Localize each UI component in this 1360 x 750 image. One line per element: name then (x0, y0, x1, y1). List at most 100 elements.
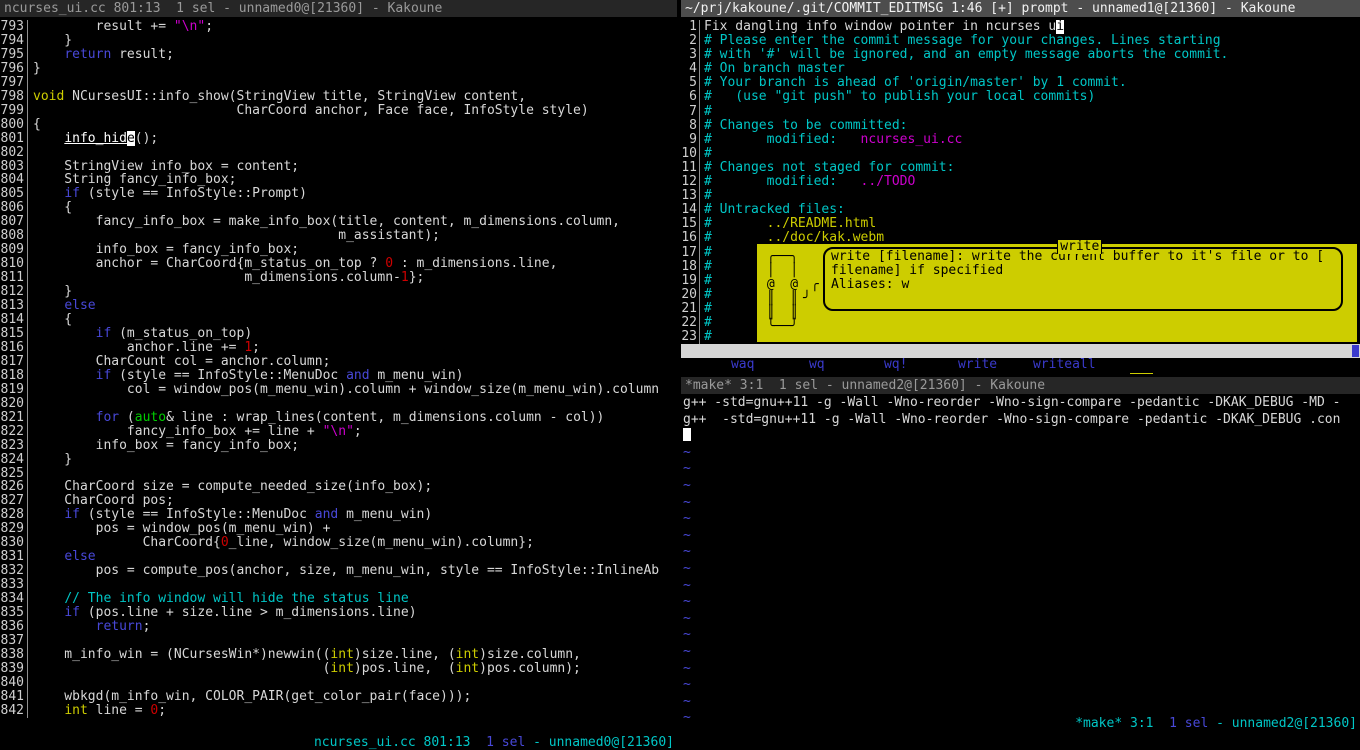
modified-badge: [+] (1130, 373, 1153, 374)
line-number: 805 (0, 187, 28, 201)
line-number: 795 (0, 48, 28, 62)
code-line: 800{ (0, 118, 677, 132)
line-number: 822 (0, 425, 28, 439)
empty-line-marker: ~ (681, 528, 1360, 545)
line-number: 3 (681, 48, 700, 62)
line-number: 4 (681, 62, 700, 76)
line-number: 798 (0, 90, 28, 104)
info-bubble-title: write (1057, 240, 1102, 254)
commit-status-right: ~/prj/kakoune/.git/COMMIT_EDITMSG 1:46 [… (762, 358, 1357, 374)
info-bubble-text: write [filename]: write the current buff… (831, 250, 1335, 292)
line-number: 831 (0, 550, 28, 564)
info-box: ╭──╮ │ │ @ @ ║ ║ ║ ║ ╰──╯ ╭ ╯ write writ… (757, 244, 1357, 342)
code-line: 836 return; (0, 620, 677, 634)
window-title-ncurses[interactable]: ncurses_ui.cc 801:13 1 sel - unnamed0@[2… (0, 0, 677, 17)
code-line: 808 m_assistant); (0, 229, 677, 243)
code-line: 807 fancy_info_box = make_info_box(title… (0, 215, 677, 229)
code-line: 814 { (0, 313, 677, 327)
completion-menu[interactable]: waqwqwq!writewriteall (681, 344, 1360, 358)
code-line: 14# Untracked files: (681, 203, 1360, 217)
empty-line-marker: ~ (681, 478, 1360, 495)
window-title-make[interactable]: *make* 3:1 1 sel - unnamed2@[21360] - Ka… (681, 377, 1360, 394)
code-line: 829 pos = window_pos(m_menu_win) + (0, 522, 677, 536)
code-line: 15# ../README.html (681, 217, 1360, 231)
code-line: 819 col = window_pos(m_menu_win).column … (0, 383, 677, 397)
line-number: 804 (0, 173, 28, 187)
empty-line-marker: ~ (681, 445, 1360, 462)
make-buffer[interactable]: g++ -std=gnu++11 -g -Wall -Wno-reorder -… (681, 395, 1360, 730)
line-number: 801 (0, 132, 28, 146)
code-line: 813 else (0, 299, 677, 313)
line-number: 836 (0, 620, 28, 634)
prompt-input[interactable]: :w (730, 373, 746, 374)
code-line: 811 m_dimensions.column-1}; (0, 271, 677, 285)
cursor: i (1056, 20, 1064, 34)
line-number: 19 (681, 274, 700, 288)
commit-status-line[interactable]: :w ~/prj/kakoune/.git/COMMIT_EDITMSG 1:4… (683, 358, 1360, 373)
code-line: 810 anchor = CharCoord{m_status_on_top ?… (0, 257, 677, 271)
status-buffer-name: - unnamed2@[21360] (1216, 716, 1357, 731)
empty-line-marker: ~ (681, 495, 1360, 512)
cursor (683, 428, 691, 441)
editor-pane-ncurses[interactable]: ncurses_ui.cc 801:13 1 sel - unnamed0@[2… (0, 0, 677, 750)
editor-pane-commit[interactable]: ~/prj/kakoune/.git/COMMIT_EDITMSG 1:46 [… (681, 0, 1360, 374)
code-line: 802 (0, 146, 677, 160)
line-number: 807 (0, 215, 28, 229)
window-title-commit[interactable]: ~/prj/kakoune/.git/COMMIT_EDITMSG 1:46 [… (681, 0, 1360, 17)
ncurses-buffer[interactable]: 793 result += "\n";794 }795 return resul… (0, 20, 677, 718)
code-line: 827 CharCoord pos; (0, 494, 677, 508)
code-line: 6# (use "git push" to publish your local… (681, 90, 1360, 104)
output-line: g++ -std=gnu++11 -g -Wall -Wno-reorder -… (681, 412, 1360, 429)
cursor-line (681, 428, 1360, 445)
status-buffer-name: - unnamed0@[21360] (533, 735, 674, 750)
code-line: 832 pos = compute_pos(anchor, size, m_me… (0, 564, 677, 578)
code-line: 809 info_box = fancy_info_box; (0, 243, 677, 257)
info-bubble: write write [filename]: write the curren… (823, 247, 1343, 311)
line-number: 820 (0, 397, 28, 411)
code-line: 839 (int)pos.line, (int)pos.column); (0, 662, 677, 676)
cursor: e (127, 131, 135, 146)
line-number: 793 (0, 20, 28, 34)
code-line: 834 // The info window will hide the sta… (0, 592, 677, 606)
code-line: 801 info_hide(); (0, 132, 677, 146)
code-line: 826 CharCoord size = compute_needed_size… (0, 480, 677, 494)
code-line: 10# (681, 147, 1360, 161)
code-line: 1Fix dangling info window pointer in ncu… (681, 20, 1360, 34)
line-number: 800 (0, 118, 28, 132)
code-line: 830 CharCoord{0_line, window_size(m_menu… (0, 536, 677, 550)
status-file: *make* 3:1 (1075, 716, 1153, 731)
empty-line-marker: ~ (681, 644, 1360, 661)
code-line: 804 String fancy_info_box; (0, 173, 677, 187)
assistant-clippy-icon: ╭──╮ │ │ @ @ ║ ║ ║ ║ ╰──╯ (759, 250, 798, 334)
editor-pane-make[interactable]: *make* 3:1 1 sel - unnamed2@[21360] - Ka… (681, 377, 1360, 750)
line-number: 813 (0, 299, 28, 313)
code-line: 11# Changes not staged for commit: (681, 161, 1360, 175)
line-number: 17 (681, 246, 700, 260)
code-line: 13# (681, 189, 1360, 203)
code-line: 2# Please enter the commit message for y… (681, 34, 1360, 48)
line-number: 829 (0, 522, 28, 536)
line-number: 794 (0, 34, 28, 48)
code-line: 799 CharCoord anchor, Face face, InfoSty… (0, 104, 677, 118)
line-number: 20 (681, 288, 700, 302)
line-number: 835 (0, 606, 28, 620)
line-number: 808 (0, 229, 28, 243)
status-selection-count: 1 sel (1169, 716, 1208, 731)
info-bubble-line: filename] if specified (831, 264, 1335, 278)
line-number: 814 (0, 313, 28, 327)
code-line: 798void NCursesUI::info_show(StringView … (0, 90, 677, 104)
empty-line-marker: ~ (681, 611, 1360, 628)
code-line: 822 fancy_info_box += line + "\n"; (0, 425, 677, 439)
status-buffer-name: - unnamed1@[21360] (1216, 373, 1357, 374)
line-number: 11 (681, 161, 700, 175)
code-line: 5# Your branch is ahead of 'origin/maste… (681, 76, 1360, 90)
line-number: 797 (0, 76, 28, 90)
code-line: 823 info_box = fancy_info_box; (0, 439, 677, 453)
line-number: 834 (0, 592, 28, 606)
code-line: 3# with '#' will be ignored, and an empt… (681, 48, 1360, 62)
info-bubble-line: Aliases: w (831, 278, 1335, 292)
line-number: 817 (0, 355, 28, 369)
line-number: 840 (0, 676, 28, 690)
line-number: 802 (0, 146, 28, 160)
status-selection-count: 1 sel (486, 735, 525, 750)
